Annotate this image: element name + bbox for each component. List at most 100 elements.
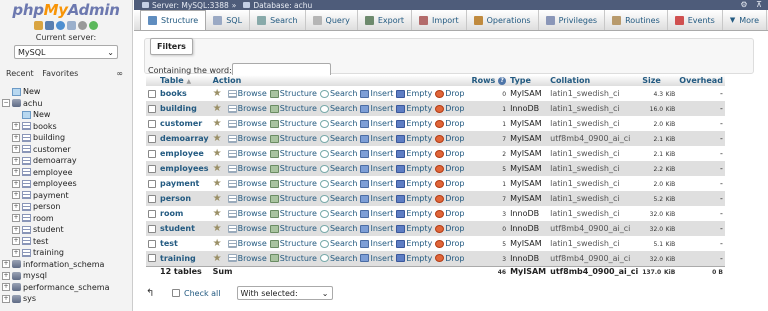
insert-link[interactable]: Insert: [360, 224, 393, 233]
tree-item-mysql[interactable]: + mysql: [0, 270, 132, 282]
expand-icon[interactable]: +: [12, 156, 20, 165]
table-name-link[interactable]: building: [158, 101, 211, 116]
settings-icon[interactable]: [78, 21, 87, 30]
browse-link[interactable]: Browse: [227, 89, 267, 98]
insert-link[interactable]: Insert: [360, 194, 393, 203]
favorite-star-icon[interactable]: ★: [213, 118, 222, 129]
expand-icon[interactable]: +: [2, 294, 10, 303]
browse-link[interactable]: Browse: [227, 164, 267, 173]
structure-link[interactable]: Structure: [269, 89, 317, 98]
favorite-star-icon[interactable]: ★: [213, 88, 222, 99]
empty-link[interactable]: Empty: [396, 194, 432, 203]
empty-link[interactable]: Empty: [396, 164, 432, 173]
insert-link[interactable]: Insert: [360, 209, 393, 218]
tree-item-performance-schema[interactable]: + performance_schema: [0, 282, 132, 294]
tree-item-New[interactable]: New: [0, 109, 132, 121]
table-name-link[interactable]: payment: [158, 176, 211, 191]
tab-export[interactable]: Export: [358, 10, 413, 30]
insert-link[interactable]: Insert: [360, 104, 393, 113]
tree-item-customer[interactable]: + customer: [0, 144, 132, 156]
breadcrumb-server[interactable]: Server: MySQL:3388: [152, 1, 229, 10]
favorite-star-icon[interactable]: ★: [213, 163, 222, 174]
recent-tab[interactable]: Recent: [6, 69, 34, 78]
tab-more[interactable]: ▼ More: [723, 10, 768, 30]
favorite-star-icon[interactable]: ★: [213, 178, 222, 189]
drop-link[interactable]: Drop: [435, 134, 464, 143]
table-name-link[interactable]: customer: [158, 116, 211, 131]
search-link[interactable]: Search: [319, 239, 357, 248]
row-checkbox[interactable]: [148, 134, 156, 143]
tree-item-training[interactable]: + training: [0, 247, 132, 259]
expand-icon[interactable]: +: [12, 248, 20, 257]
expand-icon[interactable]: +: [12, 168, 20, 177]
search-link[interactable]: Search: [319, 254, 357, 263]
tree-item-sys[interactable]: + sys: [0, 293, 132, 305]
tree-item-New[interactable]: New: [0, 86, 132, 98]
row-checkbox[interactable]: [148, 254, 156, 263]
favorite-star-icon[interactable]: ★: [213, 238, 222, 249]
expand-icon[interactable]: +: [12, 214, 20, 223]
favorite-star-icon[interactable]: ★: [213, 253, 222, 264]
collapse-icon[interactable]: ⊼: [756, 0, 762, 9]
row-checkbox[interactable]: [148, 179, 156, 188]
collapse-icon[interactable]: −: [2, 99, 10, 108]
tree-item-information-schema[interactable]: + information_schema: [0, 259, 132, 271]
insert-link[interactable]: Insert: [360, 239, 393, 248]
expand-icon[interactable]: +: [2, 260, 10, 269]
empty-link[interactable]: Empty: [396, 239, 432, 248]
search-link[interactable]: Search: [319, 164, 357, 173]
tree-item-books[interactable]: + books: [0, 121, 132, 133]
row-checkbox[interactable]: [148, 239, 156, 248]
table-size[interactable]: 32.0 KiB: [640, 206, 678, 221]
server-select[interactable]: MySQL ⌄: [14, 45, 118, 59]
tree-item-payment[interactable]: + payment: [0, 190, 132, 202]
drop-link[interactable]: Drop: [435, 164, 464, 173]
table-name-link[interactable]: person: [158, 191, 211, 206]
tab-routines[interactable]: Routines: [605, 10, 668, 30]
expand-icon[interactable]: +: [2, 283, 10, 292]
drop-link[interactable]: Drop: [435, 149, 464, 158]
structure-link[interactable]: Structure: [269, 134, 317, 143]
drop-link[interactable]: Drop: [435, 179, 464, 188]
empty-link[interactable]: Empty: [396, 209, 432, 218]
row-checkbox[interactable]: [148, 89, 156, 98]
favorite-star-icon[interactable]: ★: [213, 133, 222, 144]
structure-link[interactable]: Structure: [269, 194, 317, 203]
phpmyadmin-logo[interactable]: phpMyAdmin: [0, 1, 132, 19]
drop-link[interactable]: Drop: [435, 194, 464, 203]
logout-icon[interactable]: [45, 21, 54, 30]
row-checkbox[interactable]: [148, 119, 156, 128]
search-link[interactable]: Search: [319, 134, 357, 143]
tree-item-person[interactable]: + person: [0, 201, 132, 213]
expand-icon[interactable]: +: [12, 133, 20, 142]
browse-link[interactable]: Browse: [227, 104, 267, 113]
expand-icon[interactable]: +: [12, 202, 20, 211]
structure-link[interactable]: Structure: [269, 164, 317, 173]
search-link[interactable]: Search: [319, 179, 357, 188]
browse-link[interactable]: Browse: [227, 149, 267, 158]
search-link[interactable]: Search: [319, 149, 357, 158]
empty-link[interactable]: Empty: [396, 149, 432, 158]
check-all-checkbox[interactable]: [172, 289, 180, 297]
header-rows[interactable]: Rows ?: [469, 75, 509, 86]
favorite-star-icon[interactable]: ★: [213, 148, 222, 159]
with-selected-select[interactable]: With selected: ⌄: [236, 286, 333, 300]
expand-icon[interactable]: +: [12, 179, 20, 188]
search-link[interactable]: Search: [319, 104, 357, 113]
tree-item-demoarray[interactable]: + demoarray: [0, 155, 132, 167]
empty-link[interactable]: Empty: [396, 134, 432, 143]
browse-link[interactable]: Browse: [227, 209, 267, 218]
tab-events[interactable]: Events: [668, 10, 723, 30]
row-checkbox[interactable]: [148, 149, 156, 158]
table-name-link[interactable]: demoarray: [158, 131, 211, 146]
tree-item-test[interactable]: + test: [0, 236, 132, 248]
table-size[interactable]: 2.0 KiB: [640, 116, 678, 131]
structure-link[interactable]: Structure: [269, 149, 317, 158]
table-name-link[interactable]: books: [158, 86, 211, 101]
drop-link[interactable]: Drop: [435, 104, 464, 113]
table-size[interactable]: 4.3 KiB: [640, 86, 678, 101]
tree-item-achu[interactable]: − achu: [0, 98, 132, 110]
expand-icon[interactable]: +: [2, 271, 10, 280]
expand-icon[interactable]: +: [12, 237, 20, 246]
table-size[interactable]: 2.2 KiB: [640, 161, 678, 176]
